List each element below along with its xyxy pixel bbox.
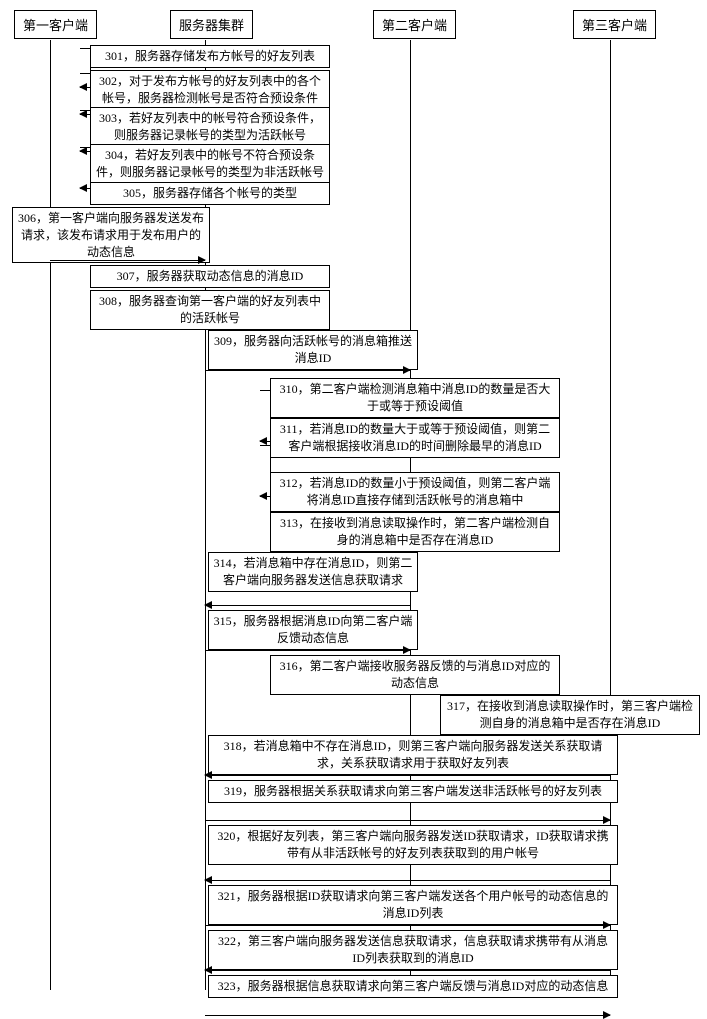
step-319: 319，服务器根据关系获取请求向第三客户端发送非活跃帐号的好友列表 <box>208 780 618 803</box>
step-308: 308，服务器查询第一客户端的好友列表中的活跃帐号 <box>90 290 330 330</box>
actor-client3: 第三客户端 <box>573 10 656 39</box>
self-arrow <box>260 390 271 442</box>
arrow-right <box>205 925 610 926</box>
sequence-diagram: 第一客户端 服务器集群 第二客户端 第三客户端 301，服务器存储发布方帐号的好… <box>10 10 697 990</box>
self-arrow <box>260 445 271 497</box>
step-318: 318，若消息箱中不存在消息ID，则第三客户端向服务器发送关系获取请求，关系获取… <box>208 735 618 775</box>
step-309: 309，服务器向活跃帐号的消息箱推送消息ID <box>208 330 418 370</box>
arrow-right <box>205 650 410 651</box>
lifeline-client1 <box>50 40 52 990</box>
arrow-right <box>205 820 610 821</box>
step-306: 306，第一客户端向服务器发送发布请求，该发布请求用于发布用户的动态信息 <box>12 207 210 263</box>
actor-client2: 第二客户端 <box>373 10 456 39</box>
actor-client1: 第一客户端 <box>14 10 97 39</box>
step-304: 304，若好友列表中的帐号不符合预设条件，则服务器记录帐号的类型为非活跃帐号 <box>90 144 330 184</box>
step-317: 317，在接收到消息读取操作时，第三客户端检测自身的消息箱中是否存在消息ID <box>440 695 700 735</box>
actor-server: 服务器集群 <box>170 10 253 39</box>
arrow-left <box>205 880 610 881</box>
step-315: 315，服务器根据消息ID向第二客户端反馈动态信息 <box>208 610 418 650</box>
step-301: 301，服务器存储发布方帐号的好友列表 <box>90 45 330 68</box>
step-321: 321，服务器根据ID获取请求向第三客户端发送各个用户帐号的动态信息的消息ID列… <box>208 885 618 925</box>
actors-row: 第一客户端 服务器集群 第二客户端 第三客户端 <box>10 10 697 40</box>
step-323: 323，服务器根据信息获取请求向第三客户端反馈与消息ID对应的动态信息 <box>208 975 618 998</box>
arrow-left <box>205 605 410 606</box>
step-305: 305，服务器存储各个帐号的类型 <box>90 182 330 205</box>
step-320: 320，根据好友列表，第三客户端向服务器发送ID获取请求，ID获取请求携带有从非… <box>208 825 618 865</box>
step-312: 312，若消息ID的数量小于预设阈值，则第二客户端将消息ID直接存储到活跃帐号的… <box>270 472 560 512</box>
step-303: 303，若好友列表中的帐号符合预设条件，则服务器记录帐号的类型为活跃帐号 <box>90 107 330 147</box>
step-322: 322，第三客户端向服务器发送信息获取请求，信息获取请求携带有从消息ID列表获取… <box>208 930 618 970</box>
arrow-left <box>205 970 610 971</box>
arrow-right <box>50 260 205 261</box>
arrow-right <box>205 370 410 371</box>
step-310: 310，第二客户端检测消息箱中消息ID的数量是否大于或等于预设阈值 <box>270 378 560 418</box>
step-314: 314，若消息箱中存在消息ID，则第二客户端向服务器发送信息获取请求 <box>208 552 418 592</box>
step-307: 307，服务器获取动态信息的消息ID <box>90 265 330 288</box>
arrow-right <box>205 1015 610 1016</box>
arrow-left <box>205 775 610 776</box>
step-311: 311，若消息ID的数量大于或等于预设阈值，则第二客户端根据接收消息ID的时间删… <box>270 418 560 458</box>
lifelines-area: 301，服务器存储发布方帐号的好友列表 302，对于发布方帐号的好友列表中的各个… <box>10 40 697 990</box>
step-302: 302，对于发布方帐号的好友列表中的各个帐号，服务器检测帐号是否符合预设条件 <box>90 70 330 110</box>
step-313: 313，在接收到消息读取操作时，第二客户端检测自身的消息箱中是否存在消息ID <box>270 512 560 552</box>
step-316: 316，第二客户端接收服务器反馈的与消息ID对应的动态信息 <box>270 655 560 695</box>
